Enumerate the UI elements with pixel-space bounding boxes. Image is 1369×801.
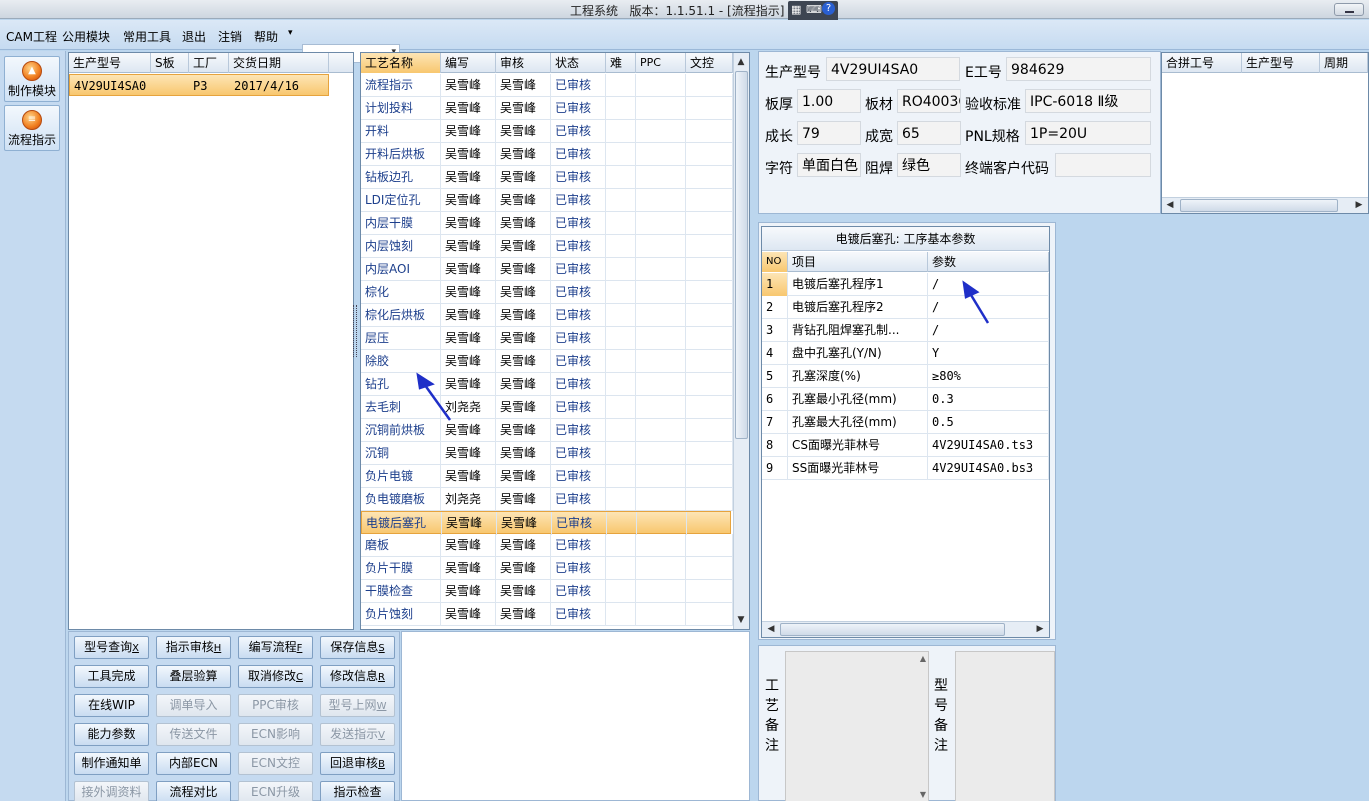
arrow-head-icon	[416, 372, 435, 390]
arrow-head-icon	[962, 280, 980, 299]
annotation-arrows	[416, 280, 990, 421]
